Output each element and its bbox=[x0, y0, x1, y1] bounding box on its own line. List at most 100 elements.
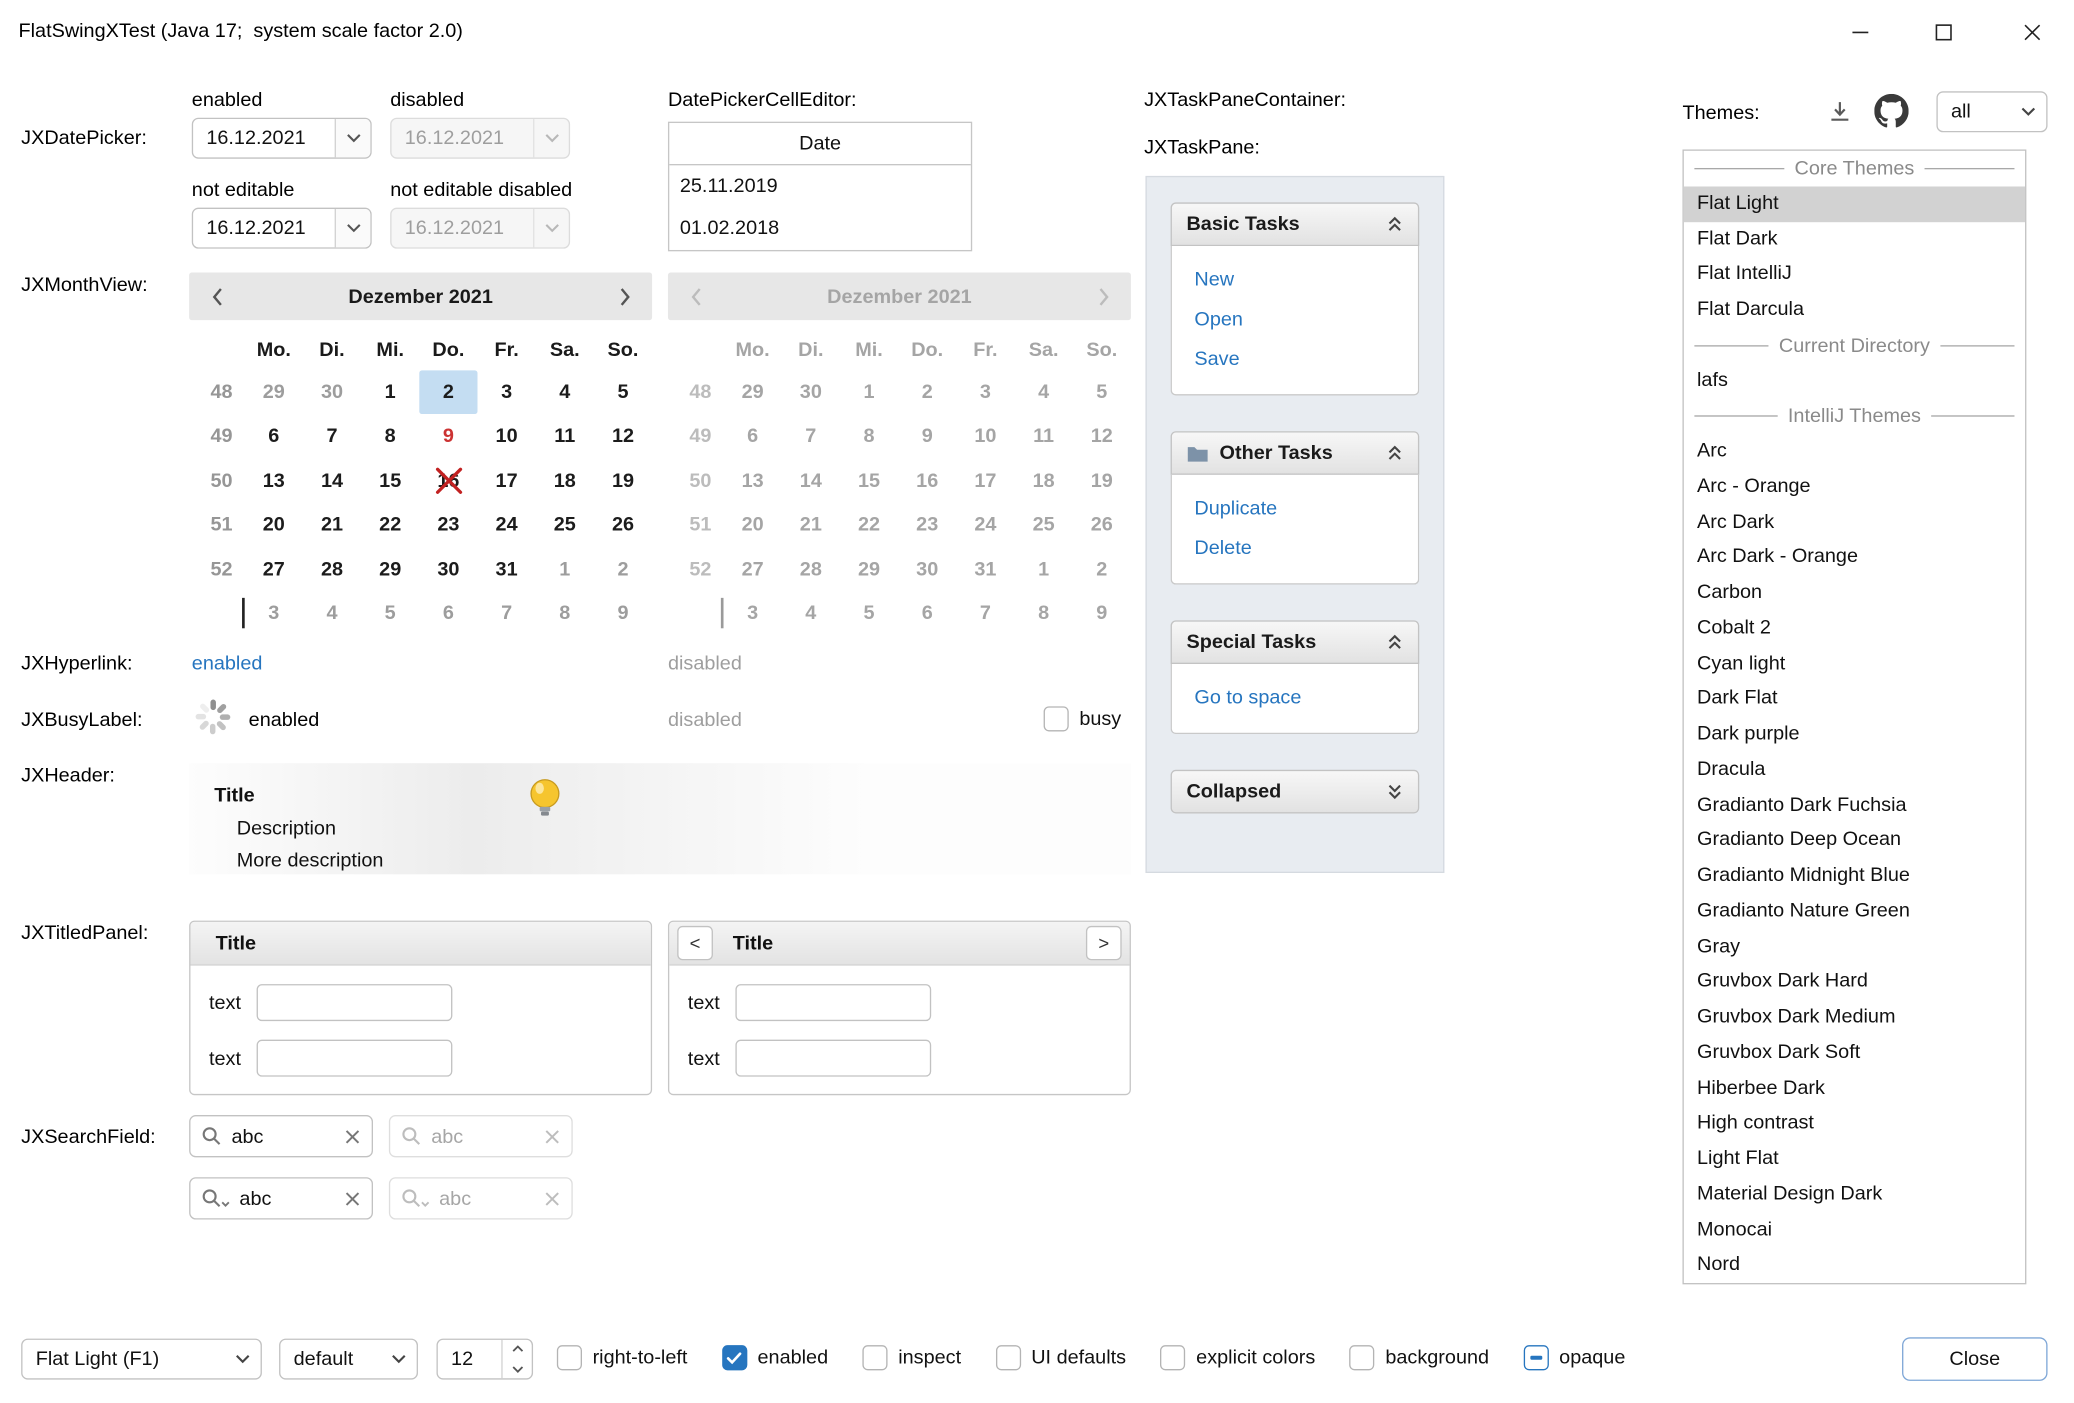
day-cell[interactable]: 31 bbox=[477, 547, 535, 591]
taskpane-link-open[interactable]: Open bbox=[1194, 300, 1418, 340]
datepicker-dropdown-arrow[interactable] bbox=[335, 119, 371, 157]
day-cell[interactable]: 18 bbox=[536, 459, 594, 503]
taskpane-header-collapsed[interactable]: Collapsed bbox=[1171, 770, 1420, 814]
theme-item-gradianto-dark-fuchsia[interactable]: Gradianto Dark Fuchsia bbox=[1684, 788, 2025, 823]
theme-item-arc[interactable]: Arc bbox=[1684, 434, 2025, 469]
day-cell[interactable]: 23 bbox=[419, 503, 477, 547]
theme-item-gray[interactable]: Gray bbox=[1684, 929, 2025, 964]
day-cell[interactable]: 19 bbox=[594, 459, 652, 503]
theme-item-gruvbox-dark-hard[interactable]: Gruvbox Dark Hard bbox=[1684, 965, 2025, 1000]
day-cell[interactable]: 9 bbox=[594, 591, 652, 635]
taskpane-link-save[interactable]: Save bbox=[1194, 340, 1418, 380]
day-cell[interactable]: 20 bbox=[245, 503, 303, 547]
checkbox-box[interactable] bbox=[722, 1345, 747, 1370]
day-cell[interactable]: 26 bbox=[594, 503, 652, 547]
theme-item-arc-orange[interactable]: Arc - Orange bbox=[1684, 469, 2025, 504]
day-cell[interactable]: 5 bbox=[361, 591, 419, 635]
theme-item-gruvbox-dark-medium[interactable]: Gruvbox Dark Medium bbox=[1684, 1000, 2025, 1035]
checkbox-right-to-left[interactable]: right-to-left bbox=[557, 1345, 688, 1370]
day-cell[interactable]: 5 bbox=[594, 370, 652, 414]
day-cell[interactable]: 10 bbox=[477, 415, 535, 459]
taskpane-header-basic-tasks[interactable]: Basic Tasks bbox=[1171, 202, 1420, 246]
theme-item-flat-darcula[interactable]: Flat Darcula bbox=[1684, 292, 2025, 327]
taskpane-header-special-tasks[interactable]: Special Tasks bbox=[1171, 620, 1420, 664]
checkbox-box[interactable] bbox=[1044, 706, 1069, 731]
day-cell[interactable]: 3 bbox=[245, 591, 303, 635]
day-cell[interactable]: 13 bbox=[245, 459, 303, 503]
text-input[interactable] bbox=[736, 1040, 932, 1077]
day-cell[interactable]: 21 bbox=[303, 503, 361, 547]
checkbox-box[interactable] bbox=[1160, 1345, 1185, 1370]
day-cell[interactable]: 16 bbox=[419, 459, 477, 503]
titled-panel-left-button[interactable]: < bbox=[677, 926, 713, 960]
day-cell[interactable]: 7 bbox=[303, 415, 361, 459]
search-field-with-menu[interactable]: abc bbox=[189, 1177, 373, 1219]
maximize-button[interactable] bbox=[1913, 0, 1974, 63]
day-cell[interactable]: 6 bbox=[419, 591, 477, 635]
spinner-down-button[interactable] bbox=[503, 1359, 532, 1378]
theme-filter-combo[interactable]: all bbox=[1936, 91, 2047, 132]
clear-icon[interactable] bbox=[345, 1129, 360, 1144]
checkbox-background[interactable]: background bbox=[1350, 1345, 1489, 1370]
day-cell[interactable]: 7 bbox=[477, 591, 535, 635]
theme-item-dark-flat[interactable]: Dark Flat bbox=[1684, 682, 2025, 717]
day-cell[interactable]: 8 bbox=[536, 591, 594, 635]
theme-item-dracula[interactable]: Dracula bbox=[1684, 752, 2025, 787]
day-cell[interactable]: 8 bbox=[361, 415, 419, 459]
theme-item-high-contrast[interactable]: High contrast bbox=[1684, 1106, 2025, 1141]
theme-item-gradianto-deep-ocean[interactable]: Gradianto Deep Ocean bbox=[1684, 823, 2025, 858]
day-cell[interactable]: 9 bbox=[419, 415, 477, 459]
day-cell[interactable]: 30 bbox=[303, 370, 361, 414]
theme-item-arc-dark-orange[interactable]: Arc Dark - Orange bbox=[1684, 540, 2025, 575]
day-cell[interactable]: 29 bbox=[245, 370, 303, 414]
checkbox-inspect[interactable]: inspect bbox=[863, 1345, 962, 1370]
table-cell-date[interactable]: 01.02.2018 bbox=[669, 208, 971, 250]
theme-item-dark-purple[interactable]: Dark purple bbox=[1684, 717, 2025, 752]
font-combo[interactable]: default bbox=[279, 1339, 418, 1380]
day-cell[interactable]: 27 bbox=[245, 547, 303, 591]
day-cell[interactable]: 2 bbox=[419, 370, 477, 414]
theme-item-lafs[interactable]: lafs bbox=[1684, 363, 2025, 398]
checkbox-box[interactable] bbox=[1350, 1345, 1375, 1370]
search-menu-icon[interactable] bbox=[201, 1188, 230, 1209]
day-cell[interactable]: 25 bbox=[536, 503, 594, 547]
checkbox-box[interactable] bbox=[557, 1345, 582, 1370]
theme-item-gradianto-midnight-blue[interactable]: Gradianto Midnight Blue bbox=[1684, 858, 2025, 893]
checkbox-opaque[interactable]: opaque bbox=[1523, 1345, 1625, 1370]
minimize-button[interactable] bbox=[1829, 0, 1890, 63]
day-cell[interactable]: 22 bbox=[361, 503, 419, 547]
theme-item-material-design-dark[interactable]: Material Design Dark bbox=[1684, 1177, 2025, 1212]
checkbox-busy[interactable]: busy bbox=[1044, 706, 1122, 731]
taskpane-link-new[interactable]: New bbox=[1194, 261, 1418, 301]
checkbox-ui-defaults[interactable]: UI defaults bbox=[995, 1345, 1126, 1370]
theme-item-hiberbee-dark[interactable]: Hiberbee Dark bbox=[1684, 1071, 2025, 1106]
day-cell[interactable]: 30 bbox=[419, 547, 477, 591]
checkbox-explicit-colors[interactable]: explicit colors bbox=[1160, 1345, 1315, 1370]
day-cell[interactable]: 6 bbox=[245, 415, 303, 459]
checkbox-box[interactable] bbox=[1523, 1345, 1548, 1370]
clear-icon[interactable] bbox=[345, 1191, 360, 1206]
next-month-button[interactable] bbox=[597, 286, 653, 306]
theme-item-gruvbox-dark-soft[interactable]: Gruvbox Dark Soft bbox=[1684, 1035, 2025, 1070]
theme-item-flat-light[interactable]: Flat Light bbox=[1684, 186, 2025, 221]
datepicker-dropdown-arrow[interactable] bbox=[335, 209, 371, 247]
hyperlink-enabled[interactable]: enabled bbox=[192, 652, 263, 674]
titled-panel-right-button[interactable]: > bbox=[1086, 926, 1122, 960]
day-cell[interactable]: 12 bbox=[594, 415, 652, 459]
checkbox-box[interactable] bbox=[995, 1345, 1020, 1370]
theme-item-monocai[interactable]: Monocai bbox=[1684, 1212, 2025, 1247]
datepicker-not-editable[interactable]: 16.12.2021 bbox=[192, 208, 372, 249]
day-cell[interactable]: 4 bbox=[536, 370, 594, 414]
text-input[interactable] bbox=[257, 1040, 453, 1077]
checkbox-enabled[interactable]: enabled bbox=[722, 1345, 828, 1370]
search-icon[interactable] bbox=[201, 1126, 222, 1147]
datepicker-enabled[interactable]: 16.12.2021 bbox=[192, 118, 372, 159]
theme-item-flat-dark[interactable]: Flat Dark bbox=[1684, 222, 2025, 257]
taskpane-link-go-to-space[interactable]: Go to space bbox=[1194, 679, 1418, 719]
checkbox-box[interactable] bbox=[863, 1345, 888, 1370]
theme-item-cobalt-2[interactable]: Cobalt 2 bbox=[1684, 611, 2025, 646]
spinner-up-button[interactable] bbox=[503, 1340, 532, 1359]
github-icon[interactable] bbox=[1873, 93, 1910, 130]
theme-item-carbon[interactable]: Carbon bbox=[1684, 575, 2025, 610]
day-cell[interactable]: 4 bbox=[303, 591, 361, 635]
